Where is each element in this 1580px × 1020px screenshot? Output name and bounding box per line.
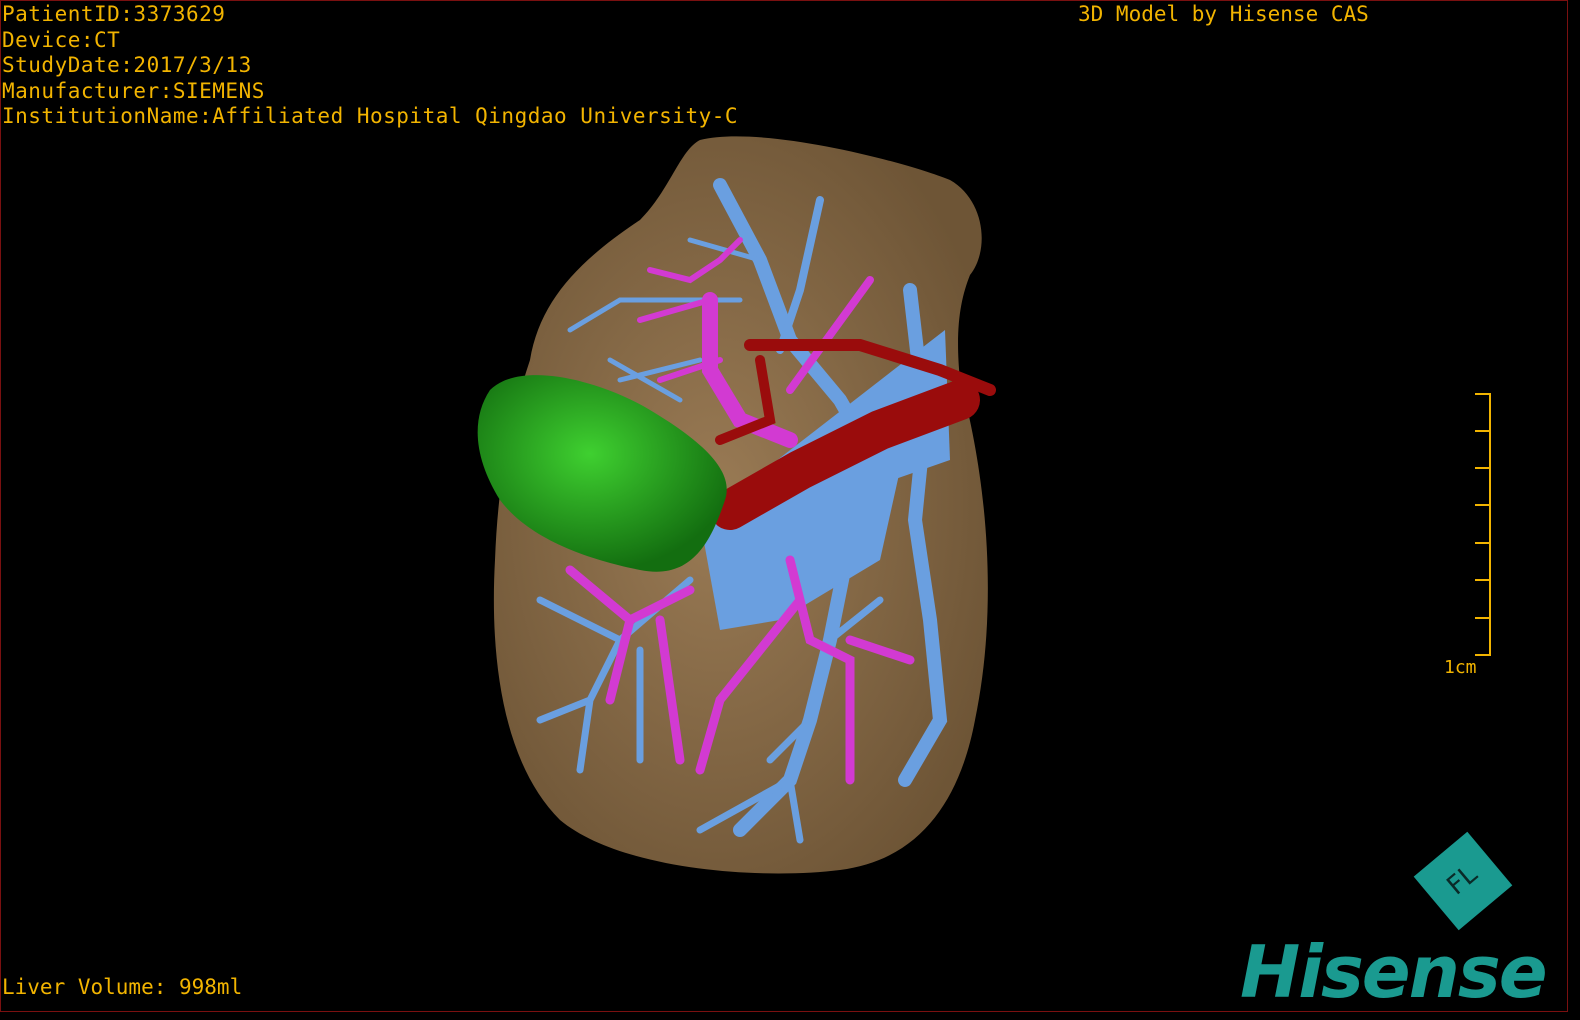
fl-badge-logo: FL xyxy=(1413,831,1513,931)
dicom-info-overlay: PatientID:3373629 Device:CT StudyDate:2017… xyxy=(2,2,738,130)
study-date: StudyDate:2017/3/13 xyxy=(2,53,252,77)
scale-bar-label: 1cm xyxy=(1444,657,1477,678)
institution-name: InstitutionName:Affiliated Hospital Qing… xyxy=(2,104,739,128)
liver-volume: Liver Volume: 998ml xyxy=(2,975,243,999)
model-credit: 3D Model by Hisense CAS xyxy=(1078,2,1369,26)
manufacturer: Manufacturer:SIEMENS xyxy=(2,78,265,103)
device: Device:CT xyxy=(2,27,121,52)
scale-bar xyxy=(1475,393,1491,656)
patient-id: PatientID:3373629 xyxy=(2,2,226,26)
hisense-logo: Hisense xyxy=(1240,930,1548,1014)
